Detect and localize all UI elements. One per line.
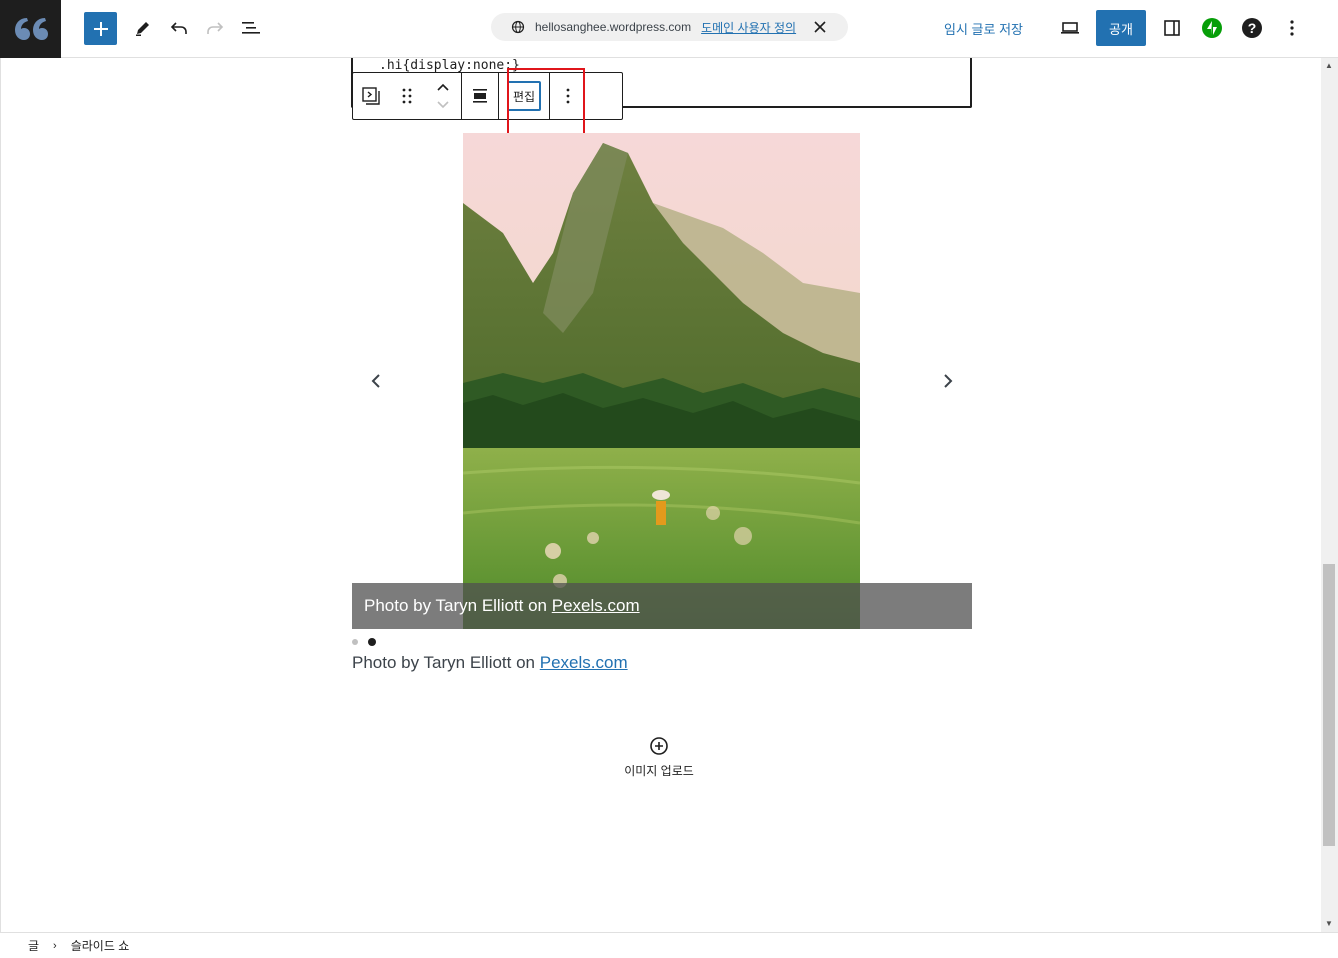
editor-header: hellosanghee.wordpress.com 도메인 사용자 정의 임시… <box>0 0 1338 58</box>
slide-pagination <box>352 638 376 646</box>
slide-caption-link[interactable]: Pexels.com <box>552 596 640 615</box>
site-url-bar: hellosanghee.wordpress.com 도메인 사용자 정의 <box>491 13 848 41</box>
tools-button[interactable] <box>126 11 160 45</box>
slide-caption: Photo by Taryn Elliott on Pexels.com <box>352 583 972 629</box>
previous-slide-button[interactable] <box>366 369 386 393</box>
next-slide-button[interactable] <box>938 369 958 393</box>
globe-icon <box>511 20 525 34</box>
slide-caption-text: Photo by Taryn Elliott on <box>364 596 552 615</box>
edit-button-highlight <box>507 68 585 136</box>
slide-image <box>463 133 860 629</box>
scroll-up-arrow-icon[interactable]: ▲ <box>1325 62 1333 70</box>
preview-button[interactable] <box>1053 11 1087 45</box>
list-view-icon <box>242 22 260 34</box>
jetpack-icon <box>1202 18 1222 38</box>
breadcrumb-item-slideshow[interactable]: 슬라이드 쇼 <box>71 937 130 954</box>
caption-link[interactable]: Pexels.com <box>540 653 628 672</box>
drag-handle[interactable] <box>389 73 425 119</box>
chevron-left-icon <box>371 374 380 388</box>
upload-image-label: 이미지 업로드 <box>624 764 694 778</box>
caption-text: Photo by Taryn Elliott on <box>352 653 540 672</box>
slide-dot[interactable] <box>352 639 358 645</box>
align-center-icon <box>473 89 487 103</box>
scroll-thumb[interactable] <box>1323 564 1335 846</box>
add-block-button[interactable] <box>84 12 117 45</box>
customize-domain-link[interactable]: 도메인 사용자 정의 <box>701 19 796 36</box>
block-type-button[interactable] <box>353 73 389 119</box>
settings-sidebar-button[interactable] <box>1155 11 1189 45</box>
site-logo[interactable] <box>0 0 61 58</box>
breadcrumb-item-post[interactable]: 글 <box>28 937 39 954</box>
help-button[interactable]: ? <box>1235 11 1269 45</box>
chevron-right-icon <box>944 374 953 388</box>
help-icon: ? <box>1242 18 1262 38</box>
scroll-down-arrow-icon[interactable]: ▼ <box>1325 920 1333 928</box>
code-line: .hi{display:none;} <box>379 58 520 73</box>
slideshow-block[interactable]: Photo by Taryn Elliott on Pexels.com <box>352 133 972 629</box>
add-circle-icon <box>650 737 668 755</box>
chevron-right-icon: › <box>53 939 57 952</box>
upload-image-button[interactable]: 이미지 업로드 <box>599 736 719 779</box>
drag-icon <box>402 88 412 104</box>
block-breadcrumb: 글 › 슬라이드 쇼 <box>0 932 1338 958</box>
pencil-icon <box>136 22 149 36</box>
options-button[interactable] <box>1275 11 1309 45</box>
svg-text:?: ? <box>1248 20 1257 36</box>
undo-button[interactable] <box>162 11 196 45</box>
site-url: hellosanghee.wordpress.com <box>535 20 692 34</box>
chevron-up-down-icon <box>437 83 449 109</box>
slide-dot-active[interactable] <box>368 638 376 646</box>
laptop-icon <box>1061 22 1079 34</box>
jetpack-button[interactable] <box>1195 11 1229 45</box>
redo-button[interactable] <box>198 11 232 45</box>
editor-canvas: .hi{display:none;} 편집 Photo by Taryn Ell… <box>0 58 1321 932</box>
publish-button[interactable]: 공개 <box>1096 10 1146 46</box>
move-up-down-button[interactable] <box>425 73 461 119</box>
slideshow-icon <box>362 87 380 105</box>
undo-icon <box>170 22 187 34</box>
close-icon[interactable] <box>812 19 828 35</box>
sidebar-icon <box>1164 20 1180 36</box>
quote-logo-icon <box>14 18 48 40</box>
document-overview-button[interactable] <box>234 11 268 45</box>
canvas-scrollbar[interactable]: ▲ ▼ <box>1321 58 1338 932</box>
plus-icon <box>93 21 108 36</box>
save-draft-button[interactable]: 임시 글로 저장 <box>944 19 1023 38</box>
align-button[interactable] <box>462 73 498 119</box>
mountain-landscape-image <box>463 133 860 629</box>
more-vertical-icon <box>1290 20 1294 36</box>
block-caption[interactable]: Photo by Taryn Elliott on Pexels.com <box>352 653 628 673</box>
redo-icon <box>207 22 224 34</box>
